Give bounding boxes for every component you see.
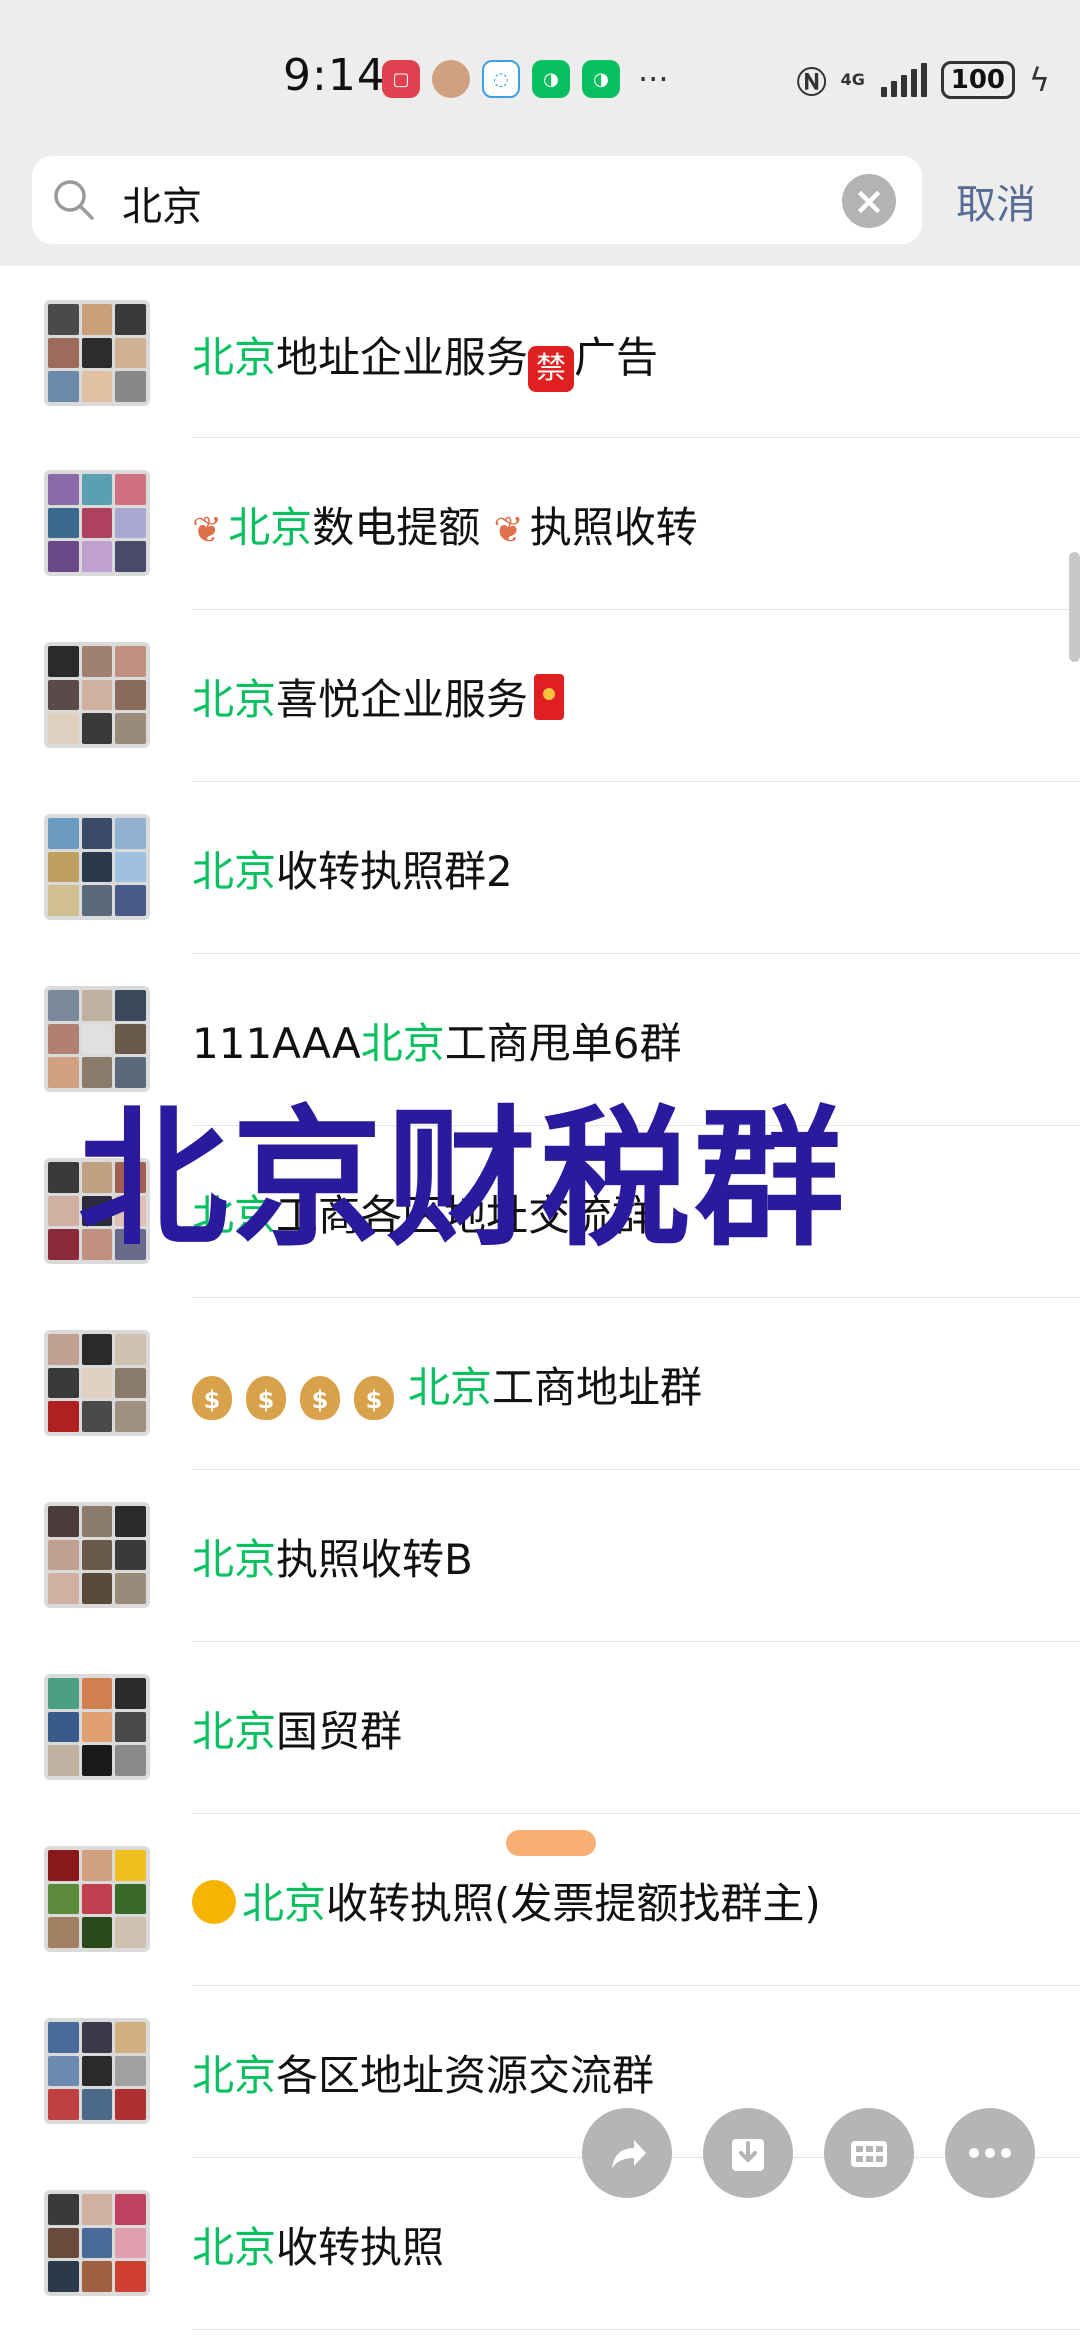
group-name-suffix: 工商甩单6群 — [444, 1019, 682, 1068]
search-header: 北京 × 取消 — [0, 150, 1080, 266]
group-name-suffix: 喜悦企业服务 — [276, 675, 529, 724]
search-results-list: 北京地址企业服务禁广告 ❦ 北京数电提额 ❦ 执照收转 北京喜悦企业服务 北京收转执照群2… — [0, 268, 1080, 2330]
status-time: 9:14 — [283, 50, 386, 101]
group-name: $ $ $ $ 北京工商地址群 — [192, 1354, 702, 1420]
wechat-icon: ◑ — [532, 60, 570, 98]
list-item[interactable]: 北京执照收转B — [0, 1470, 1080, 1642]
group-avatar — [44, 2190, 150, 2296]
share-button[interactable] — [582, 2108, 672, 2198]
group-name: 北京各区地址资源交流群 — [192, 2042, 654, 2103]
forbidden-emoji-icon: 禁 — [528, 346, 575, 392]
status-right: Ⓝ 4G 100 ϟ — [797, 58, 1050, 102]
orange-smudge — [506, 1830, 596, 1856]
status-app-icons: ▢ ◌ ◑ ◑ ··· — [382, 60, 669, 98]
highlighted-keyword: 北京 — [228, 503, 313, 552]
highlighted-keyword: 北京 — [242, 1879, 327, 1928]
red-packet-emoji-icon — [534, 674, 565, 720]
avatar-notification-icon — [432, 60, 470, 98]
money-bag-emoji-icon: $ — [354, 1376, 394, 1420]
more-dots-icon — [969, 2148, 1011, 2158]
group-name-suffix: 国贸群 — [276, 1707, 403, 1756]
scrollbar[interactable] — [1069, 552, 1080, 662]
highlighted-keyword: 北京 — [192, 333, 277, 382]
list-item[interactable]: 北京地址企业服务禁广告 — [0, 268, 1080, 438]
group-avatar — [44, 642, 150, 748]
download-button[interactable] — [703, 2108, 793, 2198]
list-item[interactable]: 北京收转执照群2 — [0, 782, 1080, 954]
group-name: 北京收转执照群2 — [192, 838, 513, 899]
group-name-suffix: 数电提额 — [312, 503, 494, 552]
group-avatar — [44, 814, 150, 920]
highlighted-keyword: 北京 — [192, 1707, 277, 1756]
group-avatar — [44, 1330, 150, 1436]
group-name-suffix: 收转执照(发票提额找群主) — [326, 1879, 821, 1928]
sun-emoji-icon — [192, 1880, 236, 1924]
signal-icon — [880, 63, 927, 97]
download-icon — [732, 2139, 764, 2171]
group-name: 北京收转执照(发票提额找群主) — [192, 1870, 821, 1931]
highlighted-keyword: 北京 — [192, 847, 277, 896]
list-item[interactable]: 北京各区地址资源交流群 — [0, 1986, 1080, 2158]
list-item[interactable]: 北京收转执照 — [0, 2158, 1080, 2330]
group-name-suffix: 执照收转B — [276, 1535, 473, 1584]
wechat-icon-2: ◑ — [582, 60, 620, 98]
charging-icon: ϟ — [1028, 61, 1050, 99]
group-name-after: 广告 — [574, 333, 659, 382]
group-name: 北京地址企业服务禁广告 — [192, 324, 658, 392]
search-icon — [54, 180, 94, 220]
list-item[interactable]: ❦ 北京数电提额 ❦ 执照收转 — [0, 438, 1080, 610]
highlighted-keyword: 北京 — [192, 675, 277, 724]
list-item[interactable]: 北京国贸群 — [0, 1642, 1080, 1814]
group-name: ❦ 北京数电提额 ❦ 执照收转 — [192, 494, 698, 555]
group-name: 北京国贸群 — [192, 1698, 402, 1759]
highlighted-keyword: 北京 — [192, 2223, 277, 2272]
more-notifications-icon: ··· — [638, 60, 669, 98]
huawei-icon: ▢ — [382, 60, 420, 98]
clear-search-icon[interactable]: × — [842, 174, 896, 228]
group-name: 北京执照收转B — [192, 1526, 473, 1587]
group-name-suffix: 各区地址资源交流群 — [276, 2051, 655, 2100]
highlighted-keyword: 北京 — [360, 1019, 445, 1068]
group-avatar — [44, 2018, 150, 2124]
group-name-suffix: 地址企业服务 — [276, 333, 529, 382]
group-name: 北京喜悦企业服务 — [192, 666, 565, 727]
grid-button[interactable] — [824, 2108, 914, 2198]
group-name-after: 执照收转 — [529, 503, 698, 552]
group-name-suffix: 收转执照群2 — [276, 847, 513, 896]
overlay-caption: 北京财税群 — [78, 1093, 849, 1267]
divider — [192, 2329, 1080, 2330]
battery-level: 100 — [940, 61, 1015, 99]
group-name-prefix: 111AAA — [192, 1019, 361, 1068]
group-name-suffix: 收转执照 — [276, 2223, 445, 2272]
group-avatar — [44, 986, 150, 1092]
list-item[interactable]: $ $ $ $ 北京工商地址群 — [0, 1298, 1080, 1470]
cancel-button[interactable]: 取消 — [956, 172, 1036, 230]
nfc-icon: Ⓝ — [796, 66, 827, 101]
highlighted-keyword: 北京 — [408, 1363, 493, 1412]
search-input[interactable]: 北京 — [122, 174, 202, 232]
chat-bubble-icon: ◌ — [482, 60, 520, 98]
group-name: 111AAA北京工商甩单6群 — [192, 1010, 681, 1071]
highlighted-keyword: 北京 — [192, 2051, 277, 2100]
group-name: 北京收转执照 — [192, 2214, 444, 2275]
group-avatar — [44, 300, 150, 406]
money-bag-emoji-icon: $ — [246, 1376, 286, 1420]
coral-emoji-icon: ❦ — [192, 510, 223, 551]
group-avatar — [44, 1846, 150, 1952]
list-item[interactable]: 北京喜悦企业服务 — [0, 610, 1080, 782]
grid-icon — [851, 2141, 887, 2167]
money-bag-emoji-icon: $ — [300, 1376, 340, 1420]
group-name-suffix: 工商地址群 — [492, 1363, 703, 1412]
status-bar: 9:14 ▢ ◌ ◑ ◑ ··· Ⓝ 4G 100 ϟ — [0, 0, 1080, 150]
money-bag-emoji-icon: $ — [192, 1376, 232, 1420]
coral-emoji-icon: ❦ — [493, 510, 524, 551]
group-avatar — [44, 470, 150, 576]
network-type: 4G — [840, 70, 865, 89]
search-box[interactable]: 北京 × — [32, 156, 922, 244]
group-avatar — [44, 1674, 150, 1780]
share-arrow-icon — [612, 2140, 646, 2168]
highlighted-keyword: 北京 — [192, 1535, 277, 1584]
more-button[interactable] — [945, 2108, 1035, 2198]
group-avatar — [44, 1502, 150, 1608]
